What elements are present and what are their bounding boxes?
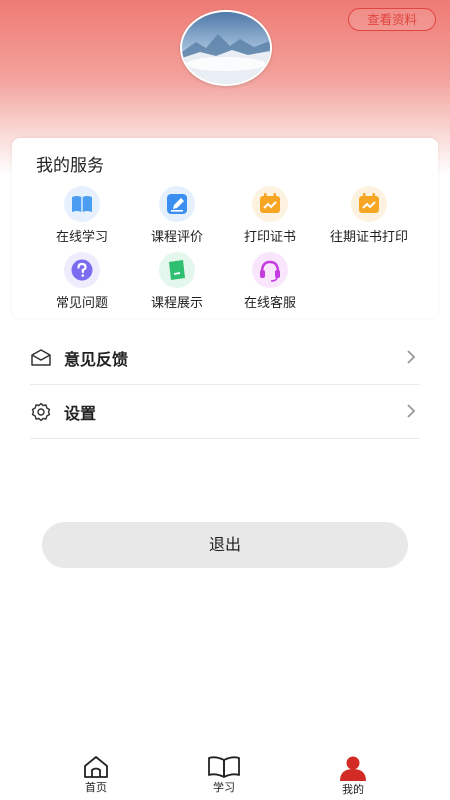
menu-settings[interactable]: 设置 [30, 384, 420, 439]
service-past-certificate-print[interactable]: 往期证书打印 [314, 186, 424, 250]
logout-button[interactable]: 退出 [42, 522, 408, 568]
menu-label: 意见反馈 [64, 350, 129, 369]
menu-label: 设置 [64, 404, 97, 423]
menu-feedback[interactable]: 意见反馈 [30, 330, 420, 385]
avatar[interactable] [180, 10, 272, 86]
chevron-right-icon [406, 403, 416, 419]
my-services-card: 我的服务 在线学习 课程评价 打印证书 往期证书打印 常见问题 课程展示 在线客… [12, 138, 438, 318]
service-label: 在线客服 [243, 296, 296, 311]
showcase-icon [159, 252, 195, 288]
headset-icon [252, 252, 288, 288]
avatar-image [182, 12, 270, 84]
service-label: 往期证书打印 [329, 230, 408, 245]
bottom-tab-bar: 首页 学习 我的 [0, 745, 450, 800]
service-print-certificate[interactable]: 打印证书 [220, 186, 320, 250]
tab-label: 学习 [213, 781, 235, 794]
envelope-icon [30, 348, 52, 368]
service-label: 课程评价 [150, 230, 203, 245]
certificate-icon [252, 186, 288, 222]
tab-home[interactable]: 首页 [66, 755, 126, 800]
services-title: 我的服务 [36, 156, 104, 176]
chevron-right-icon [406, 349, 416, 365]
tab-label: 首页 [85, 781, 107, 794]
tab-study[interactable]: 学习 [194, 755, 254, 800]
service-faq[interactable]: 常见问题 [32, 252, 132, 316]
open-book-icon [208, 756, 240, 778]
gear-icon [30, 402, 52, 422]
question-icon [64, 252, 100, 288]
certificate-history-icon [351, 186, 387, 222]
service-course-showcase[interactable]: 课程展示 [127, 252, 227, 316]
book-icon [64, 186, 100, 222]
service-label: 常见问题 [55, 296, 108, 311]
user-icon [340, 756, 366, 781]
view-profile-button[interactable]: 查看资料 [348, 8, 436, 31]
tab-mine[interactable]: 我的 [323, 755, 383, 800]
service-online-support[interactable]: 在线客服 [220, 252, 320, 316]
service-label: 在线学习 [55, 230, 108, 245]
edit-icon [159, 186, 195, 222]
service-course-review[interactable]: 课程评价 [127, 186, 227, 250]
service-online-learning[interactable]: 在线学习 [32, 186, 132, 250]
tab-label: 我的 [342, 783, 364, 796]
service-label: 课程展示 [150, 296, 203, 311]
home-icon [84, 756, 108, 778]
service-label: 打印证书 [243, 230, 296, 245]
